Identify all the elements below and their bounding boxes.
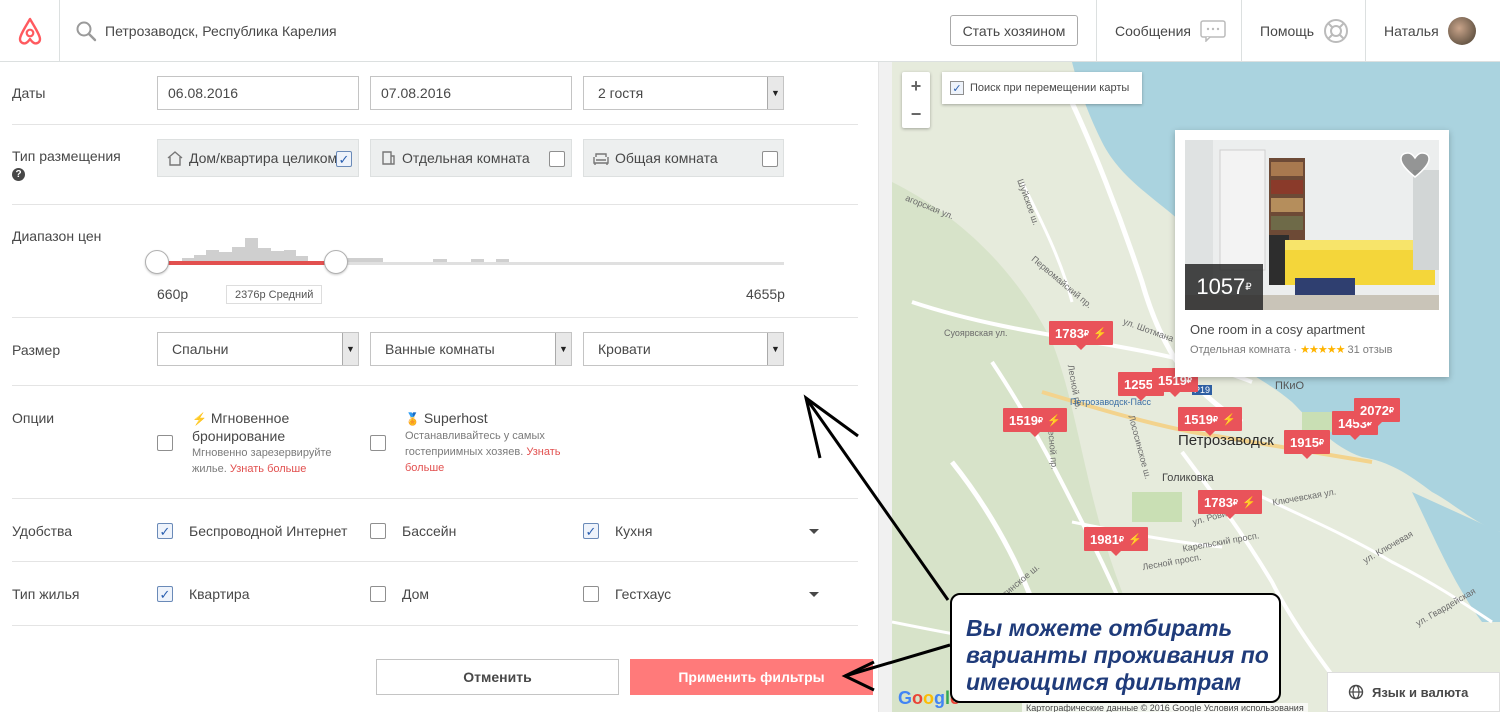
callout-line: Вы можете отбирать: [966, 615, 1233, 641]
annotation-callout: Вы можете отбирать варианты проживания п…: [950, 593, 1281, 703]
callout-line: имеющимся фильтрам: [966, 669, 1242, 695]
callout-line: варианты проживания по: [966, 642, 1269, 668]
